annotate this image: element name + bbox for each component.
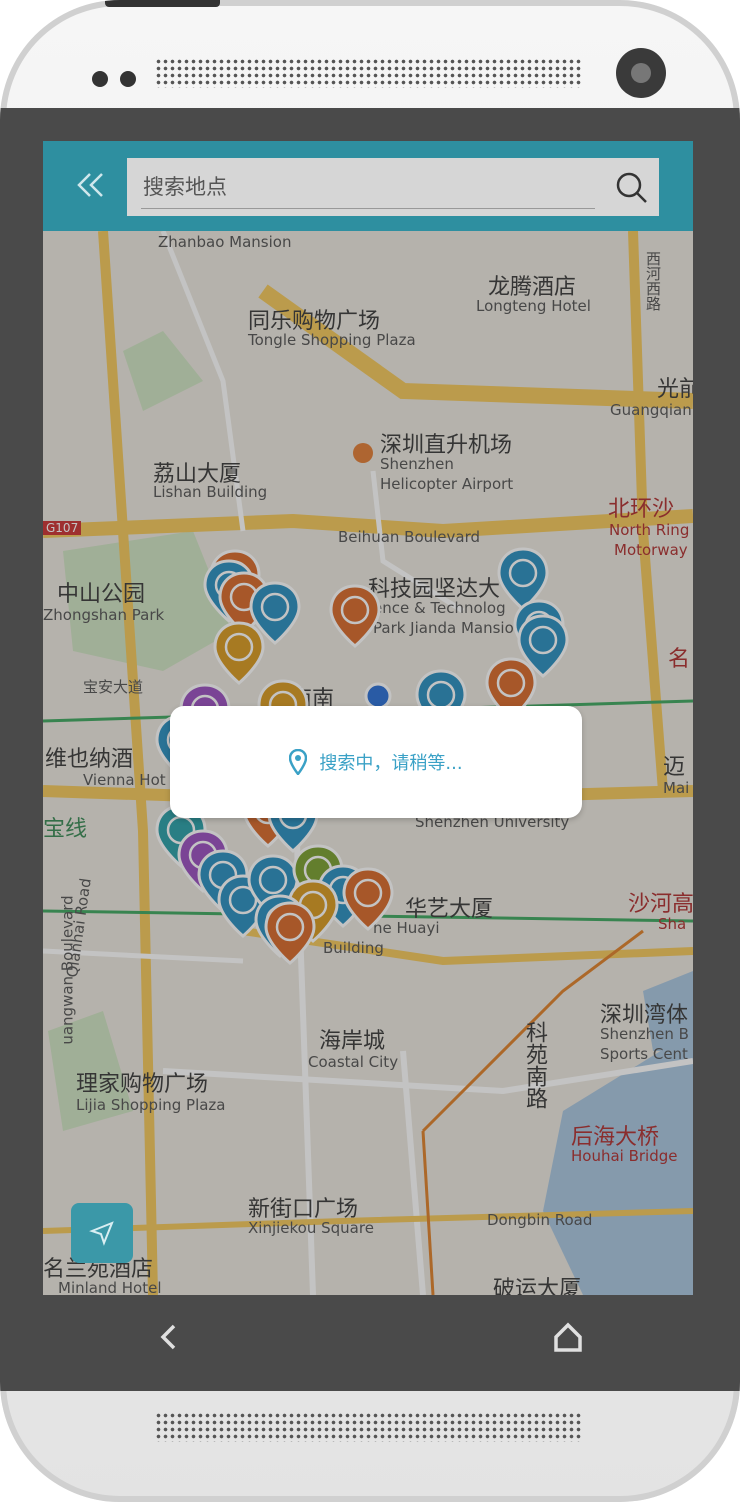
sensor-dot	[120, 71, 136, 87]
loading-message: 搜索中，请稍等...	[319, 753, 463, 774]
search-icon[interactable]	[615, 171, 649, 205]
navigate-arrow-icon	[89, 1221, 114, 1246]
top-bar	[43, 141, 693, 231]
nav-home-icon[interactable]	[553, 1320, 583, 1354]
top-speaker-grille	[155, 58, 583, 88]
loading-dialog: 搜索中，请稍等...	[170, 706, 582, 818]
search-box	[127, 158, 659, 216]
locate-me-button[interactable]	[71, 1203, 133, 1263]
nav-back-icon[interactable]	[154, 1320, 184, 1354]
app-screen: Zhanbao Mansion 龙腾酒店 Longteng Hotel 同乐购物…	[43, 141, 693, 1295]
bottom-speaker-grille	[155, 1412, 583, 1442]
back-double-chevron-icon[interactable]	[73, 166, 111, 204]
front-camera	[616, 48, 666, 98]
search-input[interactable]	[141, 166, 595, 209]
sensor-dot	[92, 71, 108, 87]
location-pin-icon	[289, 749, 308, 775]
power-button[interactable]	[105, 0, 220, 7]
